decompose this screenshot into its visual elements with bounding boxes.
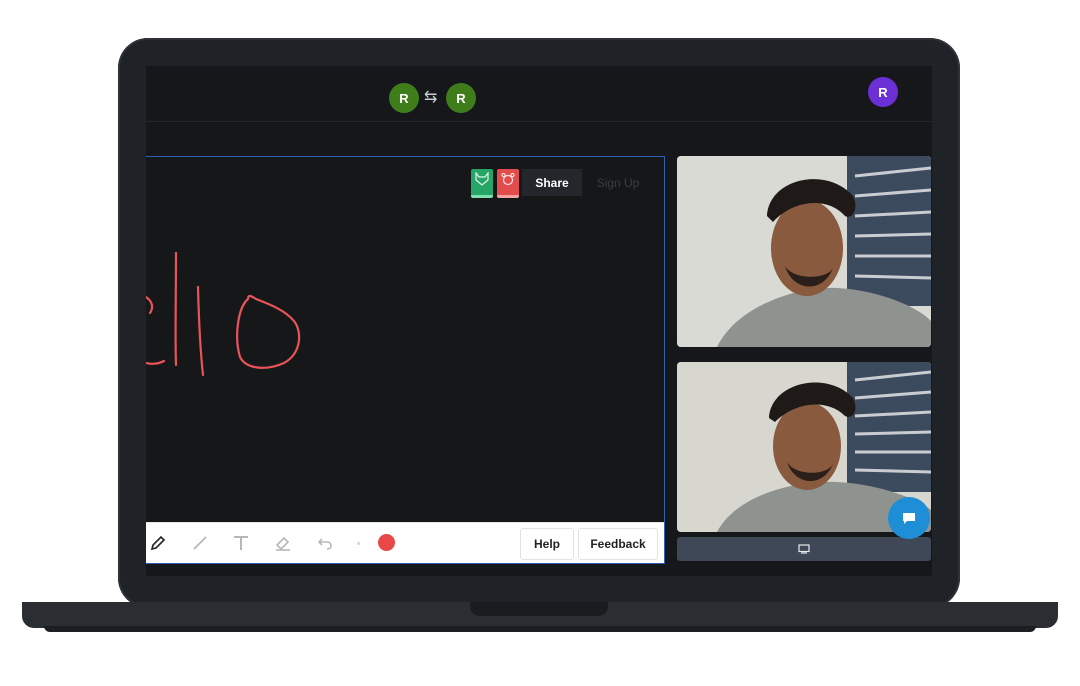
- participant-initial: R: [399, 90, 409, 106]
- collaborator-fox[interactable]: [471, 169, 493, 198]
- laptop-base-strip: [44, 626, 1036, 632]
- whiteboard[interactable]: Share Sign Up Help Feedback: [146, 156, 665, 564]
- video-tile-remote[interactable]: [677, 156, 931, 347]
- toolbar-separator-dot: [357, 542, 360, 545]
- user-initial: R: [878, 84, 888, 100]
- swap-arrows-icon[interactable]: ⇆: [424, 87, 437, 107]
- eraser-tool[interactable]: [271, 531, 295, 555]
- chat-bubble-icon: [903, 513, 915, 524]
- screen-share-icon: [798, 544, 810, 554]
- text-tool[interactable]: [229, 531, 253, 555]
- pencil-icon: [150, 535, 166, 551]
- drawn-stroke: [236, 294, 301, 369]
- undo-icon: [317, 538, 332, 550]
- drawn-stroke: [146, 295, 154, 315]
- feedback-button[interactable]: Feedback: [578, 528, 658, 560]
- line-tool[interactable]: [188, 531, 212, 555]
- help-button[interactable]: Help: [520, 528, 574, 560]
- user-avatar[interactable]: R: [868, 77, 898, 107]
- video-frame: [677, 156, 931, 347]
- share-button[interactable]: Share: [522, 169, 582, 196]
- participant-initial: R: [456, 90, 466, 106]
- participant-avatar[interactable]: R: [389, 83, 419, 113]
- eraser-icon: [275, 536, 290, 551]
- drawn-stroke: [146, 359, 166, 365]
- drawing-toolbar: Help Feedback: [146, 522, 664, 563]
- participant-avatar[interactable]: R: [446, 83, 476, 113]
- collaborator-bear[interactable]: [497, 169, 519, 198]
- app-screen: R ⇆ R R Share Sign Up Help Feedback: [146, 66, 932, 576]
- drawing-canvas[interactable]: [146, 157, 664, 523]
- screen-share-button[interactable]: [677, 537, 931, 561]
- chat-button[interactable]: [888, 497, 930, 539]
- sign-up-button[interactable]: Sign Up: [592, 169, 644, 196]
- bear-avatar-icon: [501, 172, 515, 186]
- drawn-stroke: [196, 285, 205, 377]
- color-picker[interactable]: [378, 534, 395, 551]
- text-icon: [234, 536, 248, 550]
- top-bar: R ⇆ R R: [146, 66, 932, 122]
- laptop-notch: [470, 602, 608, 616]
- pencil-tool[interactable]: [146, 531, 170, 555]
- line-icon: [193, 536, 207, 550]
- fox-avatar-icon: [475, 172, 489, 186]
- undo-tool[interactable]: [313, 531, 337, 555]
